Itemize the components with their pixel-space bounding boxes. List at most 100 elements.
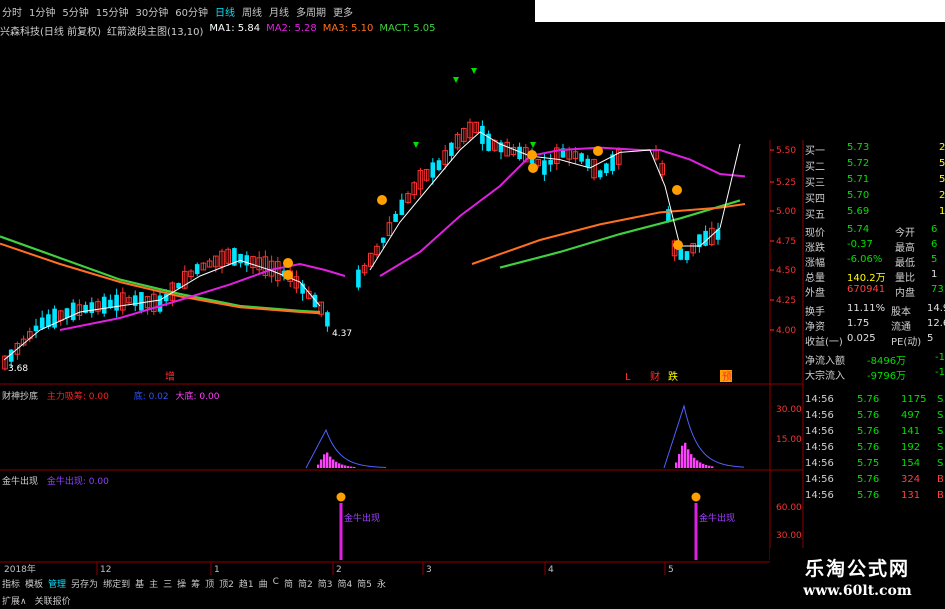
indicator-tool-1[interactable]: 模板: [25, 577, 43, 590]
watermark: 乐淘公式网 www.60lt.com: [770, 548, 945, 609]
indicator-tool-12[interactable]: 趋1: [239, 577, 254, 590]
watermark-title: 乐淘公式网: [804, 558, 910, 580]
indicator-tool-6[interactable]: 主: [149, 577, 158, 590]
gold-coin-icon: [673, 240, 683, 250]
stat-label: 外盘: [805, 288, 825, 299]
stat-label-2: 最低: [895, 258, 915, 269]
tick-time: 14:56: [805, 394, 834, 405]
sub1-tick: 15.00: [776, 435, 802, 445]
indicator-tool-15[interactable]: 简: [284, 577, 293, 590]
tick-time: 14:56: [805, 490, 834, 501]
indicator-tool-0[interactable]: 指标: [2, 577, 20, 590]
candle-down: [356, 269, 361, 288]
sub1-peak-b-bar: [702, 463, 705, 468]
tick-side: S: [937, 442, 944, 453]
indicator-tool-8[interactable]: 操: [177, 577, 186, 590]
indicator-tool-7[interactable]: 三: [163, 577, 172, 590]
event-label: 预: [722, 371, 732, 383]
status-item-1[interactable]: 关联报价: [35, 594, 71, 607]
stat-row: 涨跌 -0.37 最高 6: [803, 239, 945, 254]
down-arrow-icon: [530, 142, 536, 148]
indicator-tool-2[interactable]: 管理: [48, 577, 66, 590]
indicator-tool-19[interactable]: 简5: [357, 577, 372, 590]
candle-down: [244, 255, 250, 266]
candle-down: [52, 308, 57, 328]
sub1-peak-b-bar: [681, 445, 684, 468]
bid-price: 5.72: [847, 158, 870, 169]
gold-coin-icon: [528, 163, 538, 173]
indicator-tool-18[interactable]: 简4: [337, 577, 352, 590]
candle-down: [449, 142, 454, 156]
golden-bull-label: 金牛出现: [344, 512, 380, 524]
down-arrow-icon: [453, 77, 459, 83]
sub1-peak-a-bar: [347, 466, 350, 468]
price-tick: 5.00: [776, 207, 796, 217]
stat-label: 现价: [805, 228, 825, 239]
indicator-tool-17[interactable]: 简3: [318, 577, 333, 590]
flow-row: 净流入额 -8496万 -1: [803, 352, 945, 367]
fund-value: 11.11%: [847, 303, 886, 314]
stat-label-2: 内盘: [895, 288, 915, 299]
sub1-peak-b-bar: [699, 462, 702, 468]
tick-row: 14:56 5.75 154 S: [803, 458, 945, 472]
candle-down: [684, 251, 690, 261]
status-bar: 扩展∧ 关联报价: [0, 592, 770, 609]
sub1-peak-b-bar: [687, 449, 690, 468]
event-label: L: [625, 372, 631, 383]
stat-value: 140.2万: [847, 273, 886, 284]
bid-row: 买一 5.73 24: [803, 142, 945, 157]
low-price-label: 3.68: [8, 364, 28, 374]
sub2-title: 金牛出现: [2, 477, 39, 487]
event-label: 增: [165, 370, 175, 383]
fund-value-2: 5: [927, 333, 934, 344]
sub1-l1: 主力吸筹: 0.00: [46, 392, 109, 402]
watermark-url: www.60lt.com: [803, 583, 912, 599]
candle-down: [585, 158, 591, 168]
sub1-peak-b-bar: [711, 466, 714, 468]
indicator-tool-10[interactable]: 顶: [205, 577, 214, 590]
tick-volume: 324: [901, 474, 921, 485]
tick-price: 5.76: [857, 394, 880, 405]
golden-bull-label: 金牛出现: [699, 512, 735, 524]
indicator-tool-3[interactable]: 另存为: [71, 577, 98, 590]
indicator-tool-9[interactable]: 筹: [191, 577, 200, 590]
candle-down: [312, 294, 318, 308]
flow-extra: -1: [935, 367, 945, 378]
candle-down: [542, 160, 547, 175]
flow-label: 大宗流入: [805, 371, 845, 382]
candle-down: [597, 170, 603, 178]
bid-price: 5.69: [847, 206, 870, 217]
sub1-peak-a-bar: [317, 464, 320, 468]
indicator-tool-5[interactable]: 基: [135, 577, 144, 590]
sub1-peak-a-bar: [329, 456, 332, 468]
bid-row: 买三 5.71 5: [803, 174, 945, 189]
down-arrow-icon: [471, 68, 477, 74]
sub1-peak-a-bar: [344, 465, 347, 468]
stat-label-2: 量比: [895, 273, 915, 284]
status-item-0[interactable]: 扩展∧: [2, 594, 27, 607]
indicator-tool-16[interactable]: 简2: [298, 577, 313, 590]
tick-volume: 154: [901, 458, 921, 469]
time-label: 4: [548, 565, 554, 575]
fund-label-2: PE(动): [891, 337, 922, 348]
fund-row: 换手 11.11% 股本 14.9: [803, 303, 945, 318]
indicator-tool-13[interactable]: 曲: [259, 577, 268, 590]
indicator-tool-14[interactable]: C: [273, 577, 279, 589]
sub1-peak-a-line: [305, 428, 387, 469]
bid-volume: 5: [939, 174, 945, 185]
sub1-peak-b-line: [663, 404, 745, 469]
tick-price: 5.76: [857, 490, 880, 501]
candle-down: [33, 325, 39, 332]
flow-label: 净流入额: [805, 356, 845, 367]
tick-side: B: [937, 474, 944, 485]
tick-row: 14:56 5.76 131 B: [803, 490, 945, 504]
indicator-tool-4[interactable]: 绑定到: [103, 577, 130, 590]
sub1-peak-b-bar: [708, 465, 711, 468]
indicator-tool-11[interactable]: 顶2: [219, 577, 234, 590]
flow-value: -9796万: [867, 371, 907, 382]
price-tick: 5.25: [776, 178, 796, 188]
tick-row: 14:56 5.76 497 S: [803, 410, 945, 424]
indicator-tool-20[interactable]: 永: [377, 577, 386, 590]
fund-row: 收益(一) 0.025 PE(动) 5: [803, 333, 945, 348]
tick-volume: 192: [901, 442, 921, 453]
